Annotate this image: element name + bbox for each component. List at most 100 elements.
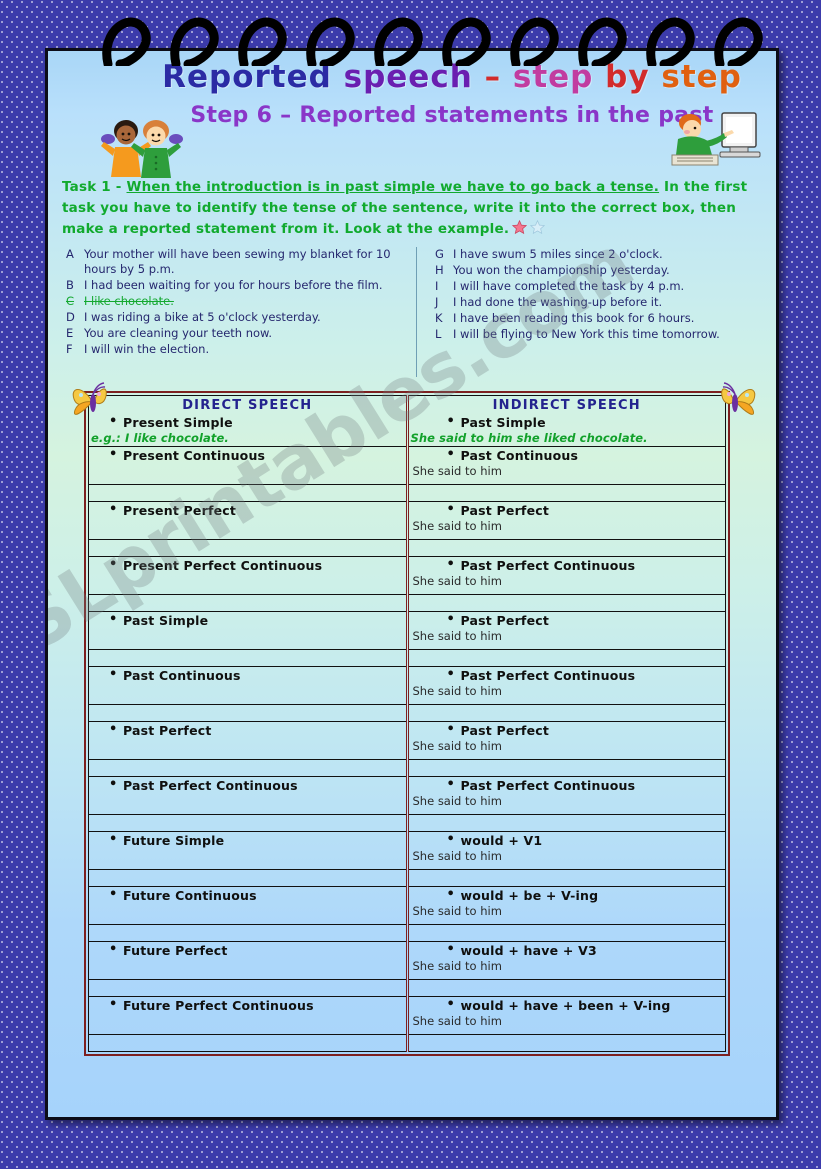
- tense-label: would + V1: [409, 832, 726, 849]
- direct-speech-cell[interactable]: Future Perfect Continuous: [88, 996, 408, 1035]
- indirect-speech-cell[interactable]: Past Perfect ContinuousShe said to him: [405, 666, 726, 705]
- indirect-speech-cell[interactable]: would + be + V-ingShe said to him: [405, 886, 726, 925]
- answer-blank-indirect[interactable]: [405, 814, 726, 832]
- direct-speech-cell[interactable]: Present Perfect Continuous: [88, 556, 408, 595]
- answer-blank-direct[interactable]: [88, 979, 408, 997]
- indirect-speech-cell[interactable]: Past PerfectShe said to him: [405, 501, 726, 540]
- sentence-letter: L: [435, 326, 442, 341]
- task-instructions: Task 1 - When the introduction is in pas…: [62, 177, 768, 240]
- table-row-blank: [88, 704, 726, 722]
- indirect-speech-cell[interactable]: would + have + V3She said to him: [405, 941, 726, 980]
- indirect-speech-cell[interactable]: Past ContinuousShe said to him: [405, 446, 726, 485]
- indirect-speech-cell[interactable]: Past PerfectShe said to him: [405, 721, 726, 760]
- task-label: Task 1 -: [62, 179, 122, 195]
- star-icon-pink: [512, 220, 528, 235]
- tense-label: Past Perfect Continuous: [409, 777, 726, 794]
- answer-area-direct[interactable]: [89, 574, 406, 594]
- sentence-text: I had been waiting for you for hours bef…: [84, 278, 383, 293]
- answer-area-direct[interactable]: [89, 849, 406, 869]
- sentence-letter: F: [66, 341, 73, 356]
- table-row: Past SimplePast PerfectShe said to him: [88, 611, 726, 650]
- indirect-speech-cell[interactable]: Past PerfectShe said to him: [405, 611, 726, 650]
- sentence-text: I like chocolate.: [84, 294, 174, 309]
- sentence-item: D I was riding a bike at 5 o'clock yester…: [66, 310, 408, 325]
- answer-blank-indirect[interactable]: [405, 704, 726, 722]
- direct-speech-cell[interactable]: Present Continuous: [88, 446, 408, 485]
- direct-speech-cell[interactable]: Future Simple: [88, 831, 408, 870]
- answer-area-direct[interactable]: [89, 1014, 406, 1034]
- title-word-4: step: [512, 59, 594, 95]
- answer-blank-indirect[interactable]: [405, 869, 726, 887]
- sentence-text: I have swum 5 miles since 2 o'clock.: [453, 247, 663, 261]
- direct-speech-cell[interactable]: Past Simple: [88, 611, 408, 650]
- answer-area-direct[interactable]: [89, 959, 406, 979]
- direct-speech-cell[interactable]: Future Perfect: [88, 941, 408, 980]
- sentence-text: You are cleaning your teeth now.: [84, 326, 273, 341]
- answer-blank-indirect[interactable]: [405, 594, 726, 612]
- title-word-6: step: [661, 59, 742, 95]
- table-row: Present ContinuousPast ContinuousShe sai…: [88, 446, 726, 485]
- tense-label: Past Perfect: [409, 612, 726, 629]
- answer-blank-direct[interactable]: [88, 539, 408, 557]
- reporting-clause-stub: She said to him: [412, 904, 502, 918]
- answer-blank-direct[interactable]: [88, 814, 408, 832]
- sentence-text: Your mother will have been sewing my bla…: [84, 247, 391, 277]
- answer-area-direct[interactable]: [89, 739, 406, 759]
- answer-blank-indirect[interactable]: [405, 759, 726, 777]
- tense-label: Past Continuous: [89, 667, 406, 684]
- answer-blank-indirect[interactable]: [405, 484, 726, 502]
- table-row: Past Perfect ContinuousPast Perfect Cont…: [88, 776, 726, 815]
- tense-label: Present Perfect: [89, 502, 406, 519]
- reporting-clause-stub: She said to him: [412, 959, 502, 973]
- answer-area-direct[interactable]: [89, 629, 406, 649]
- sentence-letter: C: [66, 294, 75, 309]
- sentence-letter: J: [435, 294, 439, 309]
- table-row: Future Continuouswould + be + V-ingShe s…: [88, 886, 726, 925]
- answer-area-direct[interactable]: [89, 904, 406, 924]
- direct-speech-cell: DIRECT SPEECHPresent Simplee.g.: I like …: [88, 395, 408, 447]
- tense-label: Present Perfect Continuous: [89, 557, 406, 574]
- table-row-blank: [88, 1034, 726, 1052]
- reporting-clause-stub: She said to him: [412, 464, 502, 478]
- direct-speech-cell[interactable]: Past Perfect: [88, 721, 408, 760]
- direct-speech-cell[interactable]: Past Perfect Continuous: [88, 776, 408, 815]
- answer-blank-direct[interactable]: [88, 869, 408, 887]
- answer-blank-direct[interactable]: [88, 1034, 408, 1052]
- answer-blank-direct[interactable]: [88, 484, 408, 502]
- direct-speech-cell[interactable]: Present Perfect: [88, 501, 408, 540]
- title-dash: –: [484, 59, 502, 95]
- answer-blank-indirect[interactable]: [405, 924, 726, 942]
- answer-area-direct[interactable]: [89, 464, 406, 484]
- answer-blank-indirect[interactable]: [405, 1034, 726, 1052]
- table-row-blank: [88, 759, 726, 777]
- table-row-blank: [88, 979, 726, 997]
- answer-blank-indirect[interactable]: [405, 539, 726, 557]
- answer-area-direct[interactable]: [89, 519, 406, 539]
- answer-blank-indirect[interactable]: [405, 649, 726, 667]
- sentence-item: G I have swum 5 miles since 2 o'clock.: [435, 247, 758, 262]
- indirect-speech-cell[interactable]: would + V1She said to him: [405, 831, 726, 870]
- sentence-item: A Your mother will have been sewing my bl…: [66, 247, 408, 278]
- title-word-2: speech: [343, 59, 473, 95]
- answer-blank-direct[interactable]: [88, 924, 408, 942]
- table-row-blank: [88, 484, 726, 502]
- tense-label: Future Perfect Continuous: [89, 997, 406, 1014]
- indirect-speech-cell[interactable]: would + have + been + V-ingShe said to h…: [405, 996, 726, 1035]
- answer-blank-direct[interactable]: [88, 594, 408, 612]
- answer-area-direct[interactable]: [89, 684, 406, 704]
- sentence-item: B I had been waiting for you for hours be…: [66, 278, 408, 293]
- sentence-bank: A Your mother will have been sewing my bl…: [66, 247, 766, 377]
- direct-speech-cell[interactable]: Future Continuous: [88, 886, 408, 925]
- answer-blank-direct[interactable]: [88, 759, 408, 777]
- answer-blank-direct[interactable]: [88, 704, 408, 722]
- answer-blank-indirect[interactable]: [405, 979, 726, 997]
- example-sentence-indirect: She said to him she liked chocolate.: [410, 431, 648, 445]
- indirect-speech-cell[interactable]: Past Perfect ContinuousShe said to him: [405, 776, 726, 815]
- sentence-letter: H: [435, 262, 444, 277]
- tense-label: Future Continuous: [89, 887, 406, 904]
- direct-speech-cell[interactable]: Past Continuous: [88, 666, 408, 705]
- answer-blank-direct[interactable]: [88, 649, 408, 667]
- answer-area-direct[interactable]: [89, 794, 406, 814]
- indirect-speech-cell[interactable]: Past Perfect ContinuousShe said to him: [405, 556, 726, 595]
- sentence-letter: A: [66, 247, 74, 261]
